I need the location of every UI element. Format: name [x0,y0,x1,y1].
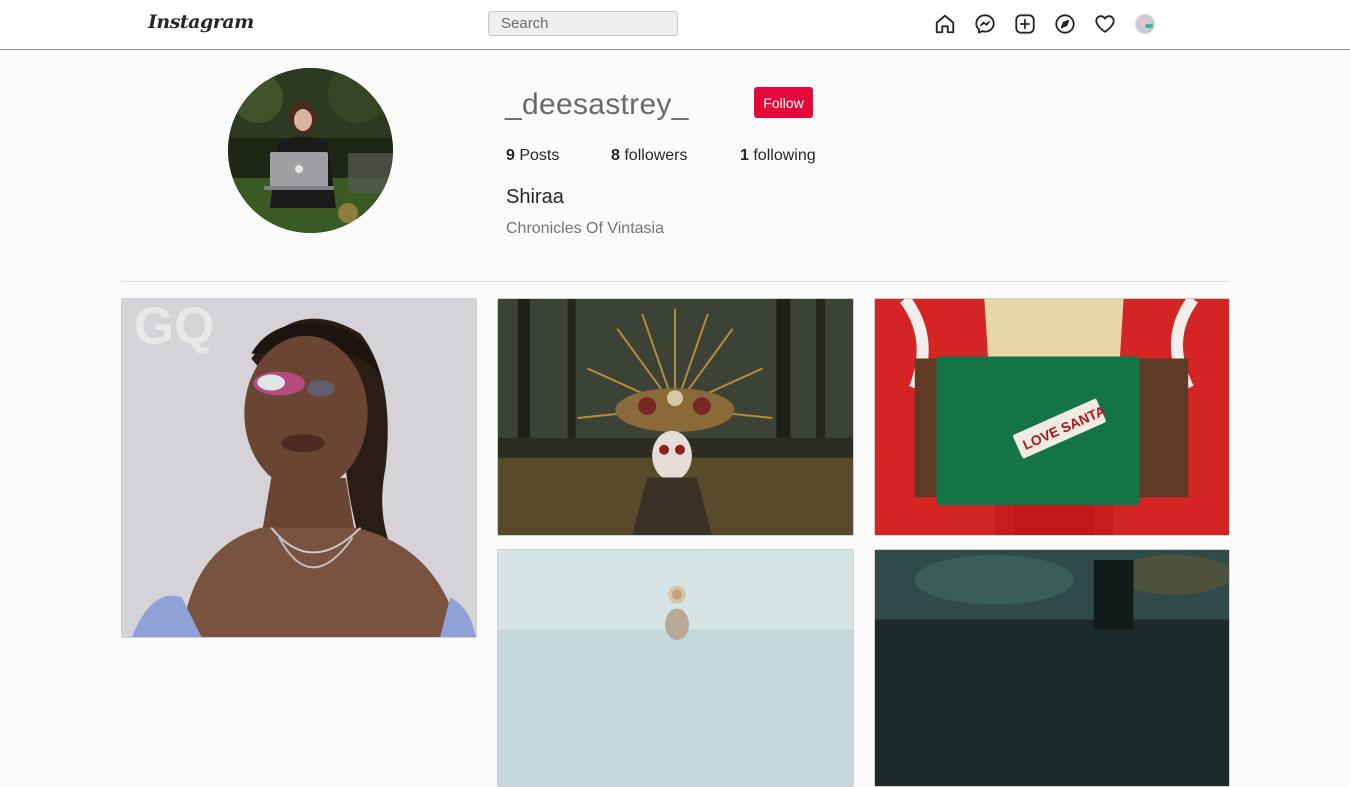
section-divider [121,281,1230,282]
top-navbar: Instagram [0,0,1350,50]
messenger-icon[interactable] [974,13,996,35]
new-post-icon[interactable] [1014,13,1036,35]
home-icon[interactable] [934,13,956,35]
followers-count: 8 [611,147,620,164]
post-thumbnail[interactable] [497,549,854,787]
post-thumbnail[interactable] [874,549,1230,787]
posts-label: Posts [519,147,560,164]
activity-heart-icon[interactable] [1094,13,1116,35]
post-thumbnail[interactable]: GQ [121,298,477,638]
profile-username: _deesastrey_ [505,88,689,121]
search-input[interactable] [488,11,678,36]
profile-full-name: Shiraa [506,186,564,208]
posts-count: 9 [506,147,515,164]
post-thumbnail[interactable] [497,298,854,536]
following-label: following [753,147,816,164]
following-count: 1 [740,147,749,164]
instagram-logo[interactable]: Instagram [148,11,254,33]
explore-icon[interactable] [1054,13,1076,35]
gq-watermark: GQ [134,299,214,355]
post-thumbnail[interactable]: LOVE SANTA [874,298,1230,536]
posts-count-stat: 9 Posts [506,147,559,165]
profile-bio: Chronicles Of Vintasia [506,220,664,237]
profile-avatar[interactable] [1135,14,1155,34]
following-stat[interactable]: 1 following [740,147,816,165]
follow-button[interactable]: Follow [754,87,813,118]
profile-picture [228,68,393,233]
followers-label: followers [624,147,688,164]
followers-stat[interactable]: 8 followers [611,147,688,165]
